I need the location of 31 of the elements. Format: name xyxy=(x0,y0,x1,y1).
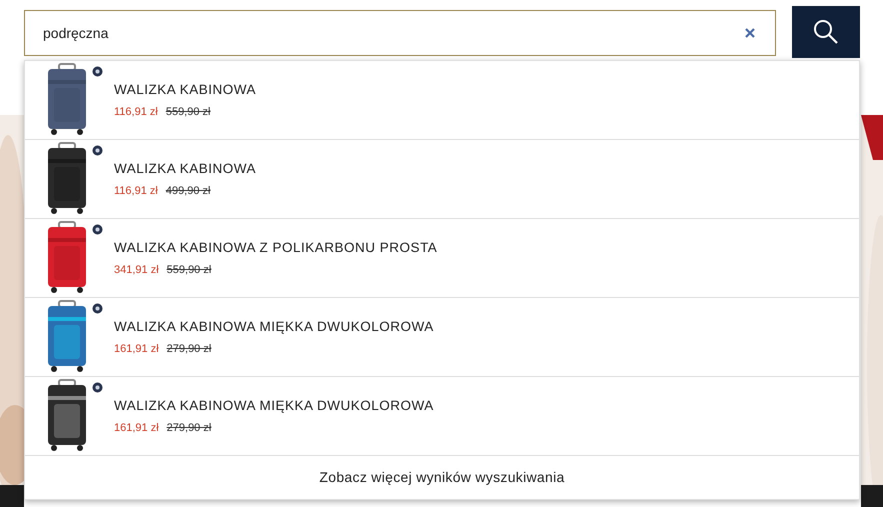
search-input[interactable]: podręczna xyxy=(43,22,745,44)
product-name: WALIZKA KABINOWA Z POLIKARBONU PROSTA xyxy=(114,238,438,257)
old-price: 559,90 zł xyxy=(166,262,212,278)
result-item[interactable]: WALIZKA KABINOWA 116,91 zł 499,90 zł xyxy=(25,140,859,219)
sale-price: 116,91 zł xyxy=(114,104,158,120)
sale-price: 161,91 zł xyxy=(114,420,159,436)
product-name: WALIZKA KABINOWA xyxy=(114,80,256,99)
product-name: WALIZKA KABINOWA MIĘKKA DWUKOLOROWA xyxy=(114,396,434,415)
badge-icon xyxy=(92,66,103,77)
sale-price: 341,91 zł xyxy=(114,262,159,278)
result-item[interactable]: WALIZKA KABINOWA MIĘKKA DWUKOLOROWA 161,91 zł 279,90 zł xyxy=(25,377,859,456)
old-price: 279,90 zł xyxy=(166,420,212,436)
more-results-link[interactable]: Zobacz więcej wyników wyszukiwania xyxy=(319,467,565,488)
badge-icon xyxy=(92,382,103,393)
product-name: WALIZKA KABINOWA MIĘKKA DWUKOLOROWA xyxy=(114,318,434,336)
old-price: 499,90 zł xyxy=(166,184,210,199)
old-price: 559,90 zł xyxy=(166,104,210,120)
badge-icon xyxy=(92,145,103,156)
product-name: WALIZKA KABINOWA xyxy=(114,160,256,178)
result-item[interactable]: WALIZKA KABINOWA MIĘKKA DWUKOLOROWA 161,91 zł 279,90 zł xyxy=(25,298,859,377)
sale-price: 116,91 zł xyxy=(114,184,158,199)
badge-icon xyxy=(92,303,103,314)
badge-icon xyxy=(92,224,103,235)
search-icon xyxy=(813,19,839,45)
old-price: 279,90 zł xyxy=(166,342,212,357)
result-item[interactable]: WALIZKA KABINOWA Z POLIKARBONU PROSTA 341,91 zł 559,90 zł xyxy=(25,219,859,298)
search-field[interactable]: podręczna xyxy=(24,10,776,56)
close-icon[interactable] xyxy=(745,28,755,38)
result-item[interactable]: WALIZKA KABINOWA 116,91 zł 559,90 zł xyxy=(25,61,859,140)
sale-price: 161,91 zł xyxy=(114,342,159,357)
search-button[interactable] xyxy=(792,6,860,58)
